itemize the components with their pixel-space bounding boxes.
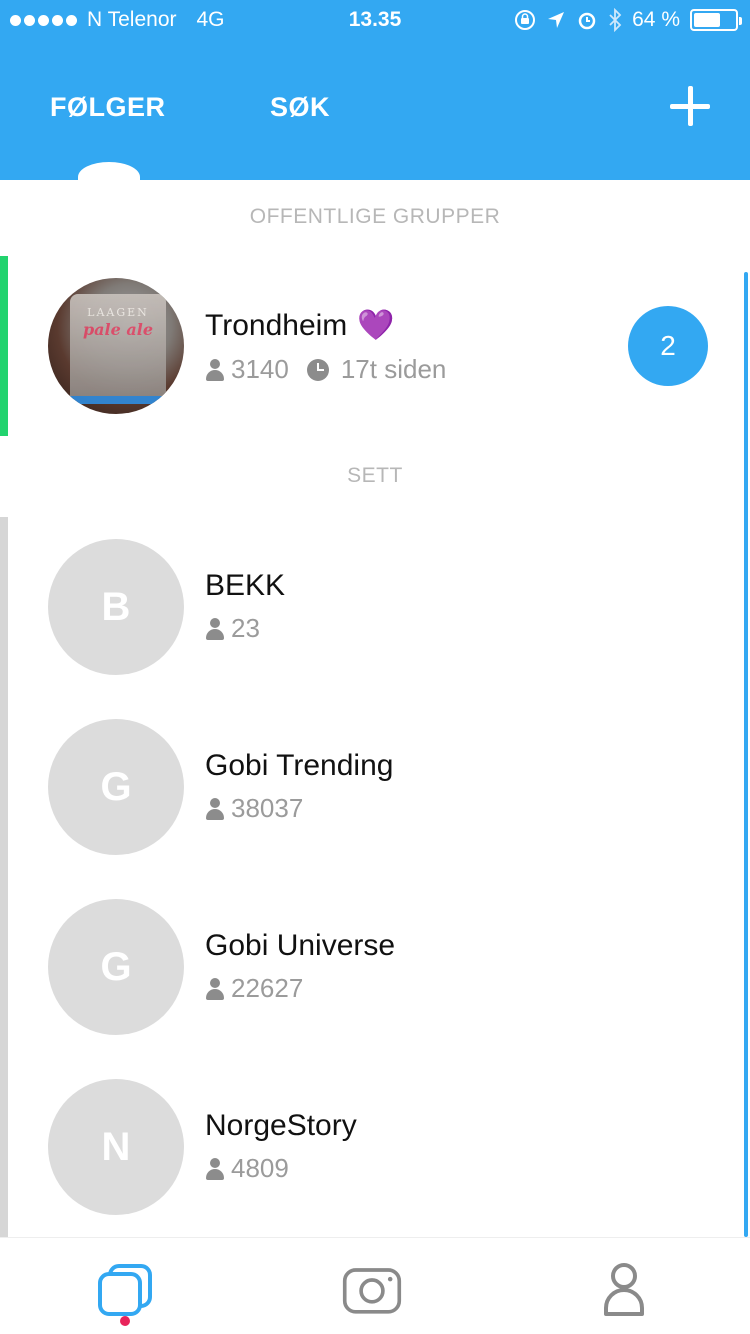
person-icon [205,617,225,640]
status-right: 64 % [514,8,742,32]
beer-bottle-image: LAAGEN pale ale [70,294,166,404]
group-avatar: G [48,719,184,855]
last-activity: 17t siden [340,354,447,384]
group-meta: 22627 [205,973,303,1004]
clock-icon [306,358,329,381]
chats-icon[interactable] [96,1260,156,1320]
section-seen: SETT [347,464,403,487]
group-name: Gobi Trending [205,749,394,782]
camera-icon[interactable] [342,1260,402,1320]
tab-folger[interactable]: FØLGER [50,92,166,123]
tab-sok[interactable]: SØK [270,92,330,123]
group-name: BEKK [205,569,286,602]
person-icon [205,358,225,381]
plus-icon[interactable] [670,86,710,126]
section-public-groups: OFFENTLIGE GRUPPER [249,205,501,228]
person-icon [205,977,225,1000]
group-meta: 3140 17t siden [205,354,446,385]
group-name: Gobi Universe [205,929,396,962]
bottom-tab-bar [0,1237,750,1334]
alarm-icon [578,12,596,30]
active-tab-dot [120,1316,130,1326]
person-icon [205,1157,225,1180]
battery-icon [690,9,742,31]
group-avatar: N [48,1079,184,1215]
purple-heart-icon: 💜 [357,309,395,342]
group-name: Trondheim 💜 [205,309,395,342]
list-item-gobi-universe[interactable]: G Gobi Universe 22627 [0,877,750,1057]
member-count: 22627 [231,973,304,1003]
status-bar: N Telenor 4G 13.35 64 % [0,0,750,40]
group-meta: 38037 [205,793,303,824]
group-meta: 4809 [205,1153,289,1184]
active-tab-indicator [78,162,140,192]
group-avatar-photo: LAAGEN pale ale [48,278,184,414]
member-count: 38037 [231,793,304,823]
unread-badge: 2 [628,306,708,386]
top-header: N Telenor 4G 13.35 64 % FØLGER SØK [0,0,750,180]
person-icon [205,797,225,820]
member-count: 3140 [231,354,289,384]
list-item-gobi-trending[interactable]: G Gobi Trending 38037 [0,697,750,877]
header-nav: FØLGER SØK [0,70,750,150]
group-meta: 23 [205,613,260,644]
rotation-lock-icon [515,10,536,30]
list-item-norgestory[interactable]: N NorgeStory 4809 [0,1057,750,1237]
group-avatar: G [48,899,184,1035]
group-name: NorgeStory [205,1109,357,1142]
list-item-bekk[interactable]: B BEKK 23 [0,517,750,697]
bluetooth-icon [609,8,622,32]
battery-percent: 64 % [632,8,680,31]
list-item-trondheim[interactable]: LAAGEN pale ale Trondheim 💜 3140 17t side… [0,256,750,436]
member-count: 4809 [231,1153,289,1183]
profile-icon[interactable] [596,1260,656,1320]
member-count: 23 [231,613,260,643]
location-arrow-icon [548,12,565,28]
group-avatar: B [48,539,184,675]
